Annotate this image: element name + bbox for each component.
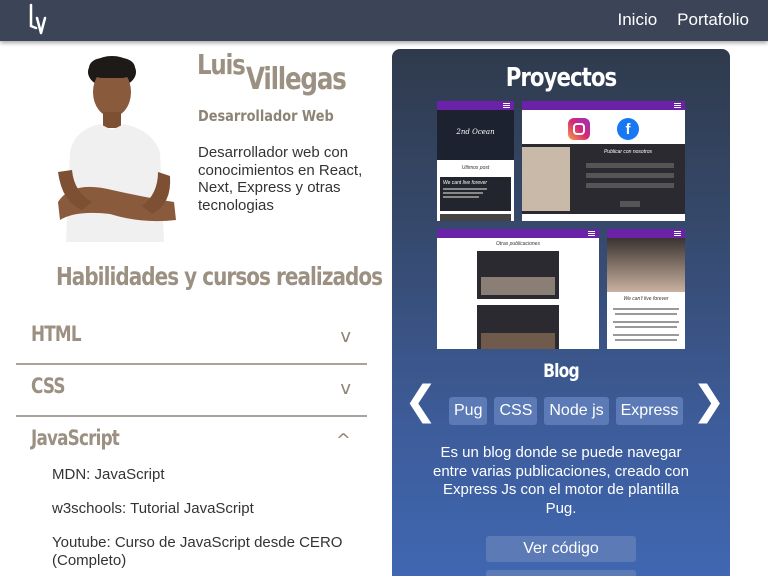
secondary-button[interactable] (486, 570, 636, 576)
nav-links: Inicio Portafolio (617, 10, 749, 30)
tech-tags: Pug CSS Node js Express (449, 397, 684, 425)
project-screenshot: 2nd Ocean Ultimos post We cant live fore… (437, 101, 514, 221)
nav-link-portafolio[interactable]: Portafolio (677, 10, 749, 30)
accordion-label: JavaScript (31, 426, 120, 450)
tech-tag: Node js (544, 397, 609, 425)
navbar: Inicio Portafolio (0, 0, 768, 41)
lv-logo-icon[interactable] (28, 2, 50, 36)
project-screenshot: f Publicar con nosotros (522, 101, 685, 221)
avatar (52, 52, 180, 242)
last-name: Villegas (246, 62, 347, 97)
job-title: Desarrollador Web (198, 107, 334, 125)
tech-tag: CSS (494, 397, 538, 425)
project-name: Blog (543, 360, 580, 382)
project-screenshot: Otras publicaciones (437, 229, 599, 349)
accordion-label: HTML (31, 322, 82, 346)
accordion-css[interactable]: CSS v (16, 364, 367, 414)
chevron-up-icon[interactable]: ^ (336, 430, 351, 451)
accordion-label: CSS (31, 374, 65, 398)
accordion-header[interactable]: JavaScript ^ (16, 416, 367, 466)
course-link[interactable]: MDN: JavaScript (52, 466, 362, 484)
accordion-javascript[interactable]: JavaScript ^ (16, 416, 367, 466)
accordion-header[interactable]: HTML v (16, 312, 367, 362)
project-screenshot: We can't live forever (607, 229, 685, 349)
bio-text: Desarrollador web con conocimientos en R… (198, 144, 363, 214)
chevron-left-icon[interactable]: ❮ (404, 381, 438, 421)
course-link[interactable]: Youtube: Curso de JavaScript desde CERO … (52, 534, 362, 569)
project-description: Es un blog donde se puede navegar entre … (433, 444, 689, 517)
chevron-right-icon[interactable]: ❯ (692, 381, 726, 421)
accordion-header[interactable]: CSS v (16, 364, 367, 414)
chevron-down-icon[interactable]: v (340, 326, 351, 347)
accordion-html[interactable]: HTML v (16, 312, 367, 362)
projects-title: Proyectos (505, 63, 617, 93)
view-code-button[interactable]: Ver código (486, 536, 636, 562)
chevron-down-icon[interactable]: v (340, 378, 351, 399)
course-link[interactable]: w3schools: Tutorial JavaScript (52, 500, 362, 518)
projects-card: Proyectos 2nd Ocean Ultimos post We cant… (392, 49, 730, 576)
nav-link-inicio[interactable]: Inicio (617, 10, 657, 30)
tech-tag: Pug (449, 397, 488, 425)
tech-tag: Express (615, 397, 684, 425)
skills-title: Habilidades y cursos realizados (56, 262, 383, 291)
first-name: Luis (197, 48, 246, 81)
